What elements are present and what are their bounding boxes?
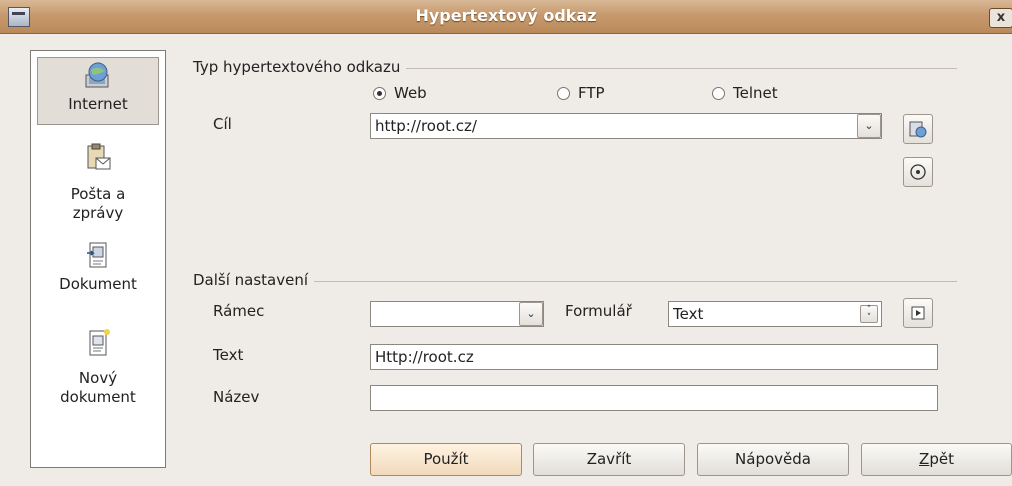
form-label: Formulář bbox=[565, 302, 632, 320]
chevron-down-icon[interactable]: ⌄ bbox=[519, 302, 543, 326]
form-select-value: Text bbox=[673, 305, 704, 323]
name-label: Název bbox=[213, 388, 260, 406]
browse-web-button[interactable] bbox=[903, 114, 933, 144]
target-label: Cíl bbox=[213, 115, 232, 133]
radio-web[interactable]: Web bbox=[373, 84, 427, 102]
text-input[interactable]: Http://root.cz bbox=[370, 344, 938, 370]
sidebar-item-label-line2: zprávy bbox=[72, 204, 124, 222]
window-title: Hypertextový odkaz bbox=[415, 6, 597, 25]
back-label-rest: pět bbox=[929, 450, 954, 468]
radio-label: Telnet bbox=[733, 84, 778, 102]
sidebar-item-document[interactable]: Dokument bbox=[31, 241, 165, 311]
hyperlink-type-sidebar: Internet Pošta a zprávy Dokument Nový do… bbox=[30, 50, 166, 468]
frame-combobox[interactable] bbox=[370, 301, 544, 327]
target-icon bbox=[910, 164, 926, 180]
globe-computer-icon bbox=[83, 61, 113, 91]
form-select[interactable]: Text ˄ ˅ bbox=[668, 301, 882, 327]
back-mnemonic: Z bbox=[919, 450, 930, 468]
radio-telnet[interactable]: Telnet bbox=[712, 84, 778, 102]
sidebar-item-mail[interactable]: Pošta a zprávy bbox=[31, 143, 165, 233]
close-window-button[interactable]: x bbox=[989, 8, 1012, 28]
radio-button-indicator[interactable] bbox=[557, 86, 570, 100]
title-bar: Hypertextový odkaz x bbox=[0, 0, 1012, 34]
text-label: Text bbox=[213, 346, 244, 364]
sidebar-item-internet[interactable]: Internet bbox=[31, 51, 165, 129]
target-in-document-button[interactable] bbox=[903, 157, 933, 187]
play-icon bbox=[911, 306, 925, 320]
sidebar-item-label: Pošta a bbox=[70, 185, 126, 203]
updown-icon[interactable]: ˄ ˅ bbox=[860, 305, 878, 323]
help-button[interactable]: Nápověda bbox=[697, 443, 849, 476]
sidebar-item-label: Nový bbox=[78, 369, 118, 387]
target-url-combobox[interactable]: http://root.cz/ bbox=[370, 113, 882, 139]
sidebar-item-label: Internet bbox=[68, 95, 128, 113]
radio-button-indicator[interactable] bbox=[712, 86, 725, 100]
sidebar-item-new-document[interactable]: Nový dokument bbox=[31, 327, 165, 417]
sidebar-item-label-line2: dokument bbox=[60, 388, 136, 406]
events-button[interactable] bbox=[903, 298, 933, 328]
radio-ftp[interactable]: FTP bbox=[557, 84, 605, 102]
new-document-icon bbox=[83, 327, 113, 357]
name-input[interactable] bbox=[370, 385, 938, 411]
back-button[interactable]: Zpět bbox=[861, 443, 1012, 476]
mail-clipboard-icon bbox=[83, 143, 113, 173]
radio-label: FTP bbox=[578, 84, 605, 102]
apply-button[interactable]: Použít bbox=[370, 443, 522, 476]
sidebar-item-label: Dokument bbox=[59, 275, 137, 293]
radio-label: Web bbox=[394, 84, 427, 102]
document-icon bbox=[83, 241, 113, 271]
radio-button-indicator[interactable] bbox=[373, 86, 386, 100]
more-settings-group-label: Další nastavení bbox=[193, 271, 315, 289]
hyperlink-type-group-label: Typ hypertextového odkazu bbox=[193, 58, 407, 76]
frame-label: Rámec bbox=[213, 302, 265, 320]
folder-globe-icon bbox=[909, 121, 927, 138]
chevron-down-icon[interactable]: ⌄ bbox=[857, 114, 881, 138]
close-button[interactable]: Zavřít bbox=[533, 443, 685, 476]
